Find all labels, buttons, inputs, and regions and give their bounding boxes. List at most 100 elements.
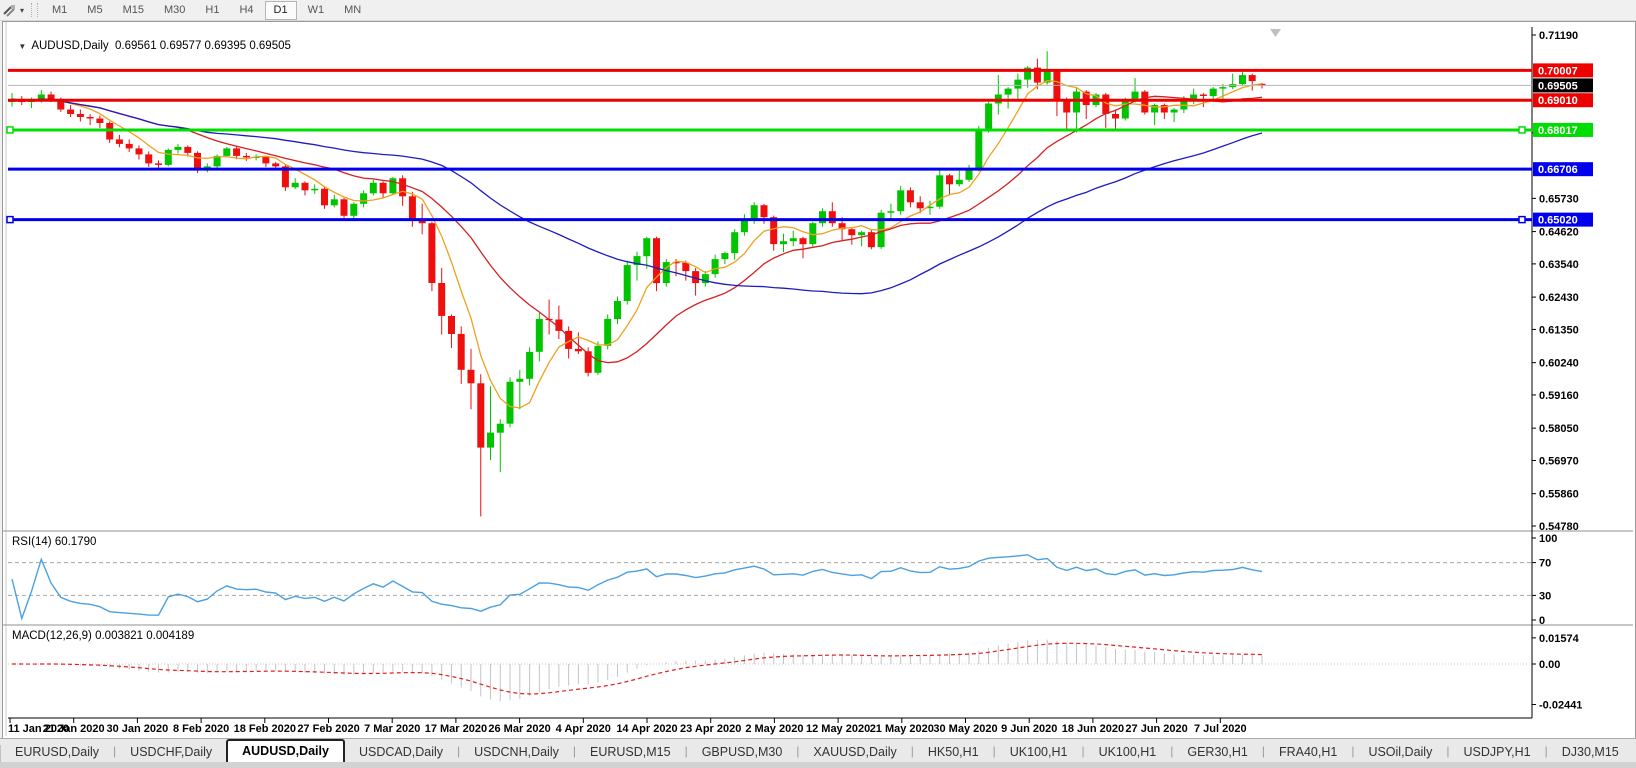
candle-down[interactable] [67, 110, 74, 115]
candle-down[interactable] [380, 183, 387, 194]
chart-tab-uk100-h1[interactable]: UK100,H1 [1085, 741, 1171, 763]
candle-down[interactable] [243, 156, 250, 158]
candle-down[interactable] [468, 370, 475, 384]
candle-up[interactable] [643, 238, 650, 256]
candle-down[interactable] [1112, 114, 1119, 119]
candle-down[interactable] [1141, 92, 1148, 113]
candle-up[interactable] [966, 169, 973, 180]
chart-tab-ger30-h1[interactable]: GER30,H1 [1173, 741, 1261, 763]
candle-up[interactable] [1239, 75, 1246, 84]
candle-up[interactable] [604, 319, 611, 346]
candle-up[interactable] [311, 189, 318, 191]
candle-down[interactable] [438, 283, 445, 316]
chart-tab-usdchf-daily[interactable]: USDCHF,Daily [116, 741, 226, 763]
candle-down[interactable] [1063, 101, 1070, 113]
candle-down[interactable] [116, 139, 123, 144]
candle-up[interactable] [1171, 110, 1178, 113]
candle-down[interactable] [126, 144, 133, 149]
candle-up[interactable] [712, 259, 719, 274]
level-handle[interactable] [7, 127, 13, 133]
chart-tab-audusd-daily[interactable]: AUDUSD,Daily [226, 739, 345, 763]
candle-up[interactable] [741, 220, 748, 232]
candle-up[interactable] [1073, 92, 1080, 113]
candle-down[interactable] [575, 349, 582, 351]
candle-up[interactable] [370, 183, 377, 194]
candle-up[interactable] [507, 382, 514, 424]
chart-tab-usdcad-daily[interactable]: USDCAD,Daily [345, 741, 457, 763]
candle-down[interactable] [848, 229, 855, 235]
candle-up[interactable] [780, 241, 787, 244]
chart-tab-eurusd-m15[interactable]: EURUSD,M15 [576, 741, 685, 763]
candle-up[interactable] [1122, 101, 1129, 119]
candle-up[interactable] [1210, 89, 1217, 97]
chart-tab-usdcnh-daily[interactable]: USDCNH,Daily [460, 741, 573, 763]
candle-up[interactable] [956, 180, 963, 185]
candle-up[interactable] [1005, 89, 1012, 95]
chart-title-collapse-icon[interactable]: ▼ [18, 42, 26, 51]
candle-up[interactable] [731, 232, 738, 253]
chart-tab-hk50-h1[interactable]: HK50,H1 [914, 741, 993, 763]
candle-down[interactable] [96, 119, 103, 124]
level-handle[interactable] [1519, 127, 1525, 133]
candle-down[interactable] [145, 154, 152, 163]
candle-up[interactable] [1014, 80, 1021, 89]
level-handle[interactable] [7, 217, 13, 223]
chart-tab-xauusd-daily[interactable]: XAUUSD,Daily [799, 741, 910, 763]
candle-down[interactable] [800, 238, 807, 244]
candle-down[interactable] [233, 148, 240, 156]
candle-down[interactable] [477, 383, 484, 447]
candle-up[interactable] [751, 205, 758, 220]
candle-down[interactable] [321, 189, 328, 206]
candle-up[interactable] [223, 148, 230, 156]
candle-up[interactable] [790, 238, 797, 241]
chart-tab-usoil-daily[interactable]: USOil,Daily [1354, 741, 1446, 763]
chart-tab-usdjpy-h1[interactable]: USDJPY,H1 [1449, 741, 1544, 763]
candle-down[interactable] [409, 196, 416, 220]
candle-up[interactable] [887, 211, 894, 213]
chart-tab-eurusd-daily[interactable]: EURUSD,Daily [1, 741, 113, 763]
candle-up[interactable] [331, 199, 338, 205]
candle-down[interactable] [77, 114, 84, 117]
candle-up[interactable] [516, 379, 523, 382]
candle-down[interactable] [194, 153, 201, 170]
candle-up[interactable] [526, 352, 533, 379]
candle-down[interactable] [829, 211, 836, 223]
candle-up[interactable] [497, 424, 504, 433]
candle-up[interactable] [819, 211, 826, 223]
candle-down[interactable] [341, 199, 348, 216]
candle-down[interactable] [761, 205, 768, 217]
candle-down[interactable] [272, 163, 279, 166]
candle-up[interactable] [721, 253, 728, 259]
candle-up[interactable] [350, 204, 357, 216]
candle-down[interactable] [428, 223, 435, 283]
candle-down[interactable] [1249, 75, 1256, 81]
candle-up[interactable] [175, 147, 182, 150]
candle-down[interactable] [262, 157, 269, 164]
candle-down[interactable] [770, 217, 777, 244]
candle-up[interactable] [487, 433, 494, 448]
candle-down[interactable] [907, 190, 914, 202]
candle-up[interactable] [165, 150, 172, 165]
candle-up[interactable] [624, 265, 631, 301]
candle-up[interactable] [360, 193, 367, 204]
candle-down[interactable] [87, 117, 94, 119]
candle-down[interactable] [448, 316, 455, 334]
candle-up[interactable] [936, 175, 943, 206]
candle-up[interactable] [897, 190, 904, 211]
candle-down[interactable] [184, 147, 191, 153]
candle-down[interactable] [155, 163, 162, 165]
candle-down[interactable] [917, 202, 924, 208]
candle-down[interactable] [399, 178, 406, 196]
candle-down[interactable] [302, 183, 309, 191]
candle-up[interactable] [389, 178, 396, 193]
candle-up[interactable] [975, 130, 982, 169]
candle-up[interactable] [858, 232, 865, 235]
candle-up[interactable] [292, 183, 299, 188]
level-handle[interactable] [1519, 217, 1525, 223]
candle-down[interactable] [136, 148, 143, 154]
candle-down[interactable] [1200, 95, 1207, 97]
candle-up[interactable] [536, 319, 543, 352]
candle-up[interactable] [614, 301, 621, 319]
candle-down[interactable] [458, 334, 465, 370]
candle-up[interactable] [1219, 87, 1226, 89]
